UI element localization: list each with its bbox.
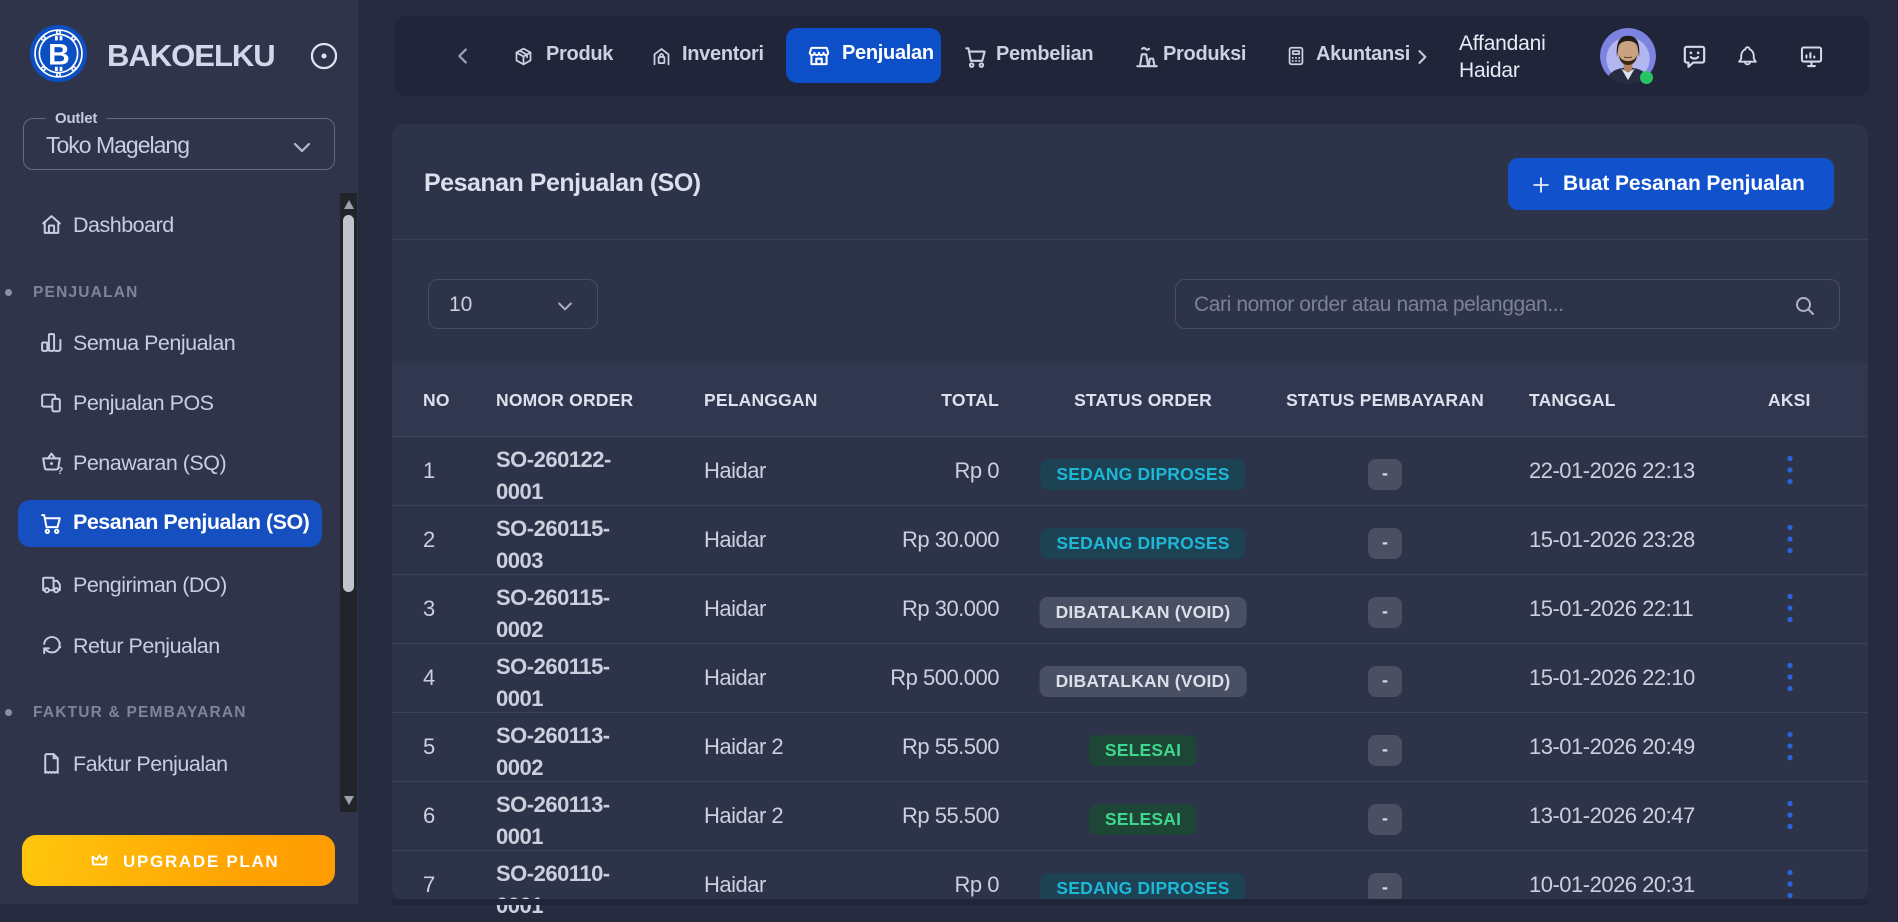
svg-text:B: B <box>48 39 70 72</box>
svg-text:?: ? <box>57 466 63 475</box>
